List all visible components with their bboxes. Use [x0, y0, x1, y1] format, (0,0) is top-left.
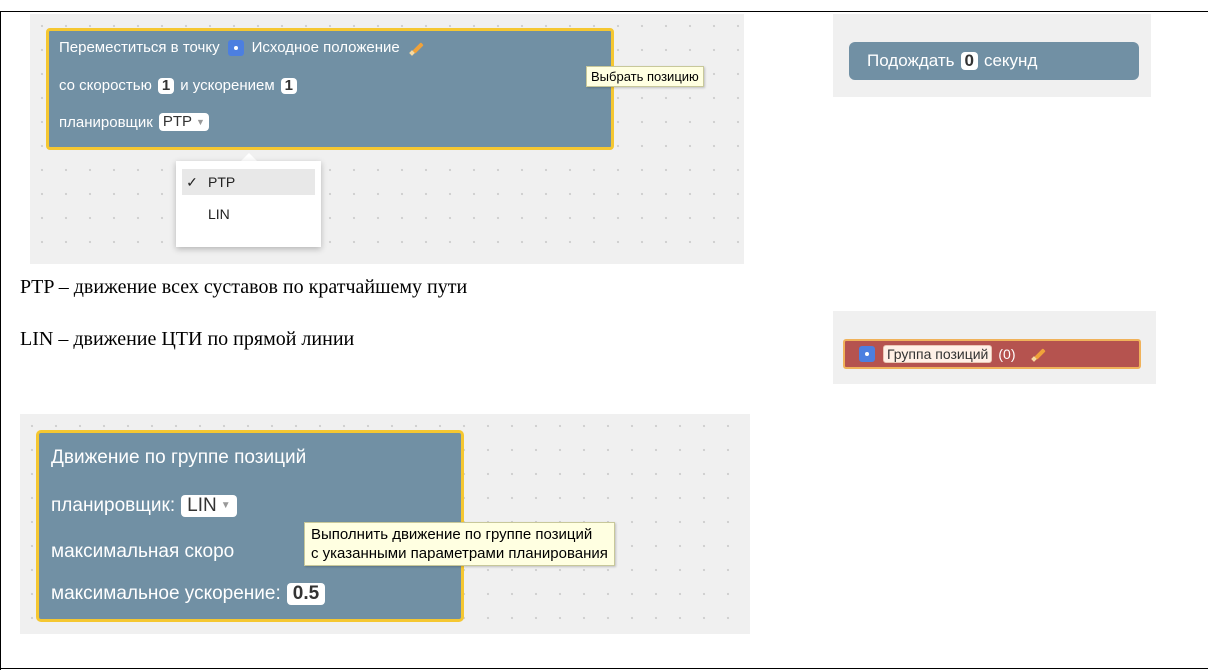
group-planner-label: планировщик:	[51, 495, 176, 516]
menu-item-lin[interactable]: LIN	[182, 201, 315, 227]
planner-label: планировщик	[59, 113, 153, 131]
pencil-icon[interactable]	[1032, 347, 1046, 361]
accel-label: и ускорением	[180, 77, 275, 94]
tooltip-line-2: с указанными параметрами планирования	[311, 545, 608, 562]
planner-dropdown[interactable]: PTP ▼	[158, 113, 209, 131]
group-count: (0)	[998, 346, 1016, 362]
max-speed-label: максимальная скоро	[51, 541, 235, 562]
group-name-field[interactable]: Группа позиций	[883, 345, 993, 363]
table-border-bottom	[0, 668, 1208, 669]
table-border-left	[0, 11, 1, 670]
chevron-down-icon: ▼	[196, 117, 205, 127]
planner-value: PTP	[162, 113, 193, 130]
move-block-screenshot: Переместиться в точку Исходное положение…	[30, 14, 744, 264]
menu-pointer	[241, 153, 257, 161]
move-to-point-block[interactable]: Переместиться в точку Исходное положение…	[46, 28, 614, 150]
checkmark-icon: ✓	[186, 173, 198, 190]
position-group-block[interactable]: Группа позиций (0)	[843, 339, 1141, 369]
position-name-label: Исходное положение	[251, 39, 400, 56]
group-move-screenshot: Движение по группе позиций планировщик: …	[20, 414, 750, 634]
seconds-label: секунд	[983, 51, 1038, 70]
group-picker-button[interactable]	[859, 346, 875, 362]
chevron-down-icon: ▼	[220, 500, 231, 511]
pencil-icon[interactable]	[410, 41, 424, 55]
menu-item-label: PTP	[208, 174, 236, 190]
group-planner-value: LIN	[187, 495, 217, 516]
wait-seconds-input[interactable]: 0	[960, 52, 978, 70]
speed-input[interactable]: 1	[157, 77, 175, 94]
speed-label: со скоростью	[59, 77, 152, 94]
move-to-point-label: Переместиться в точку	[59, 39, 220, 56]
group-planner-dropdown[interactable]: LIN ▼	[181, 495, 237, 517]
select-position-tooltip: Выбрать позицию	[586, 66, 704, 87]
group-block-screenshot: Группа позиций (0)	[833, 311, 1156, 384]
position-picker-button[interactable]	[227, 39, 244, 56]
max-accel-input[interactable]: 0.5	[286, 583, 326, 605]
menu-item-label: LIN	[208, 206, 230, 222]
menu-item-ptp[interactable]: ✓ PTP	[182, 169, 315, 195]
group-move-title: Движение по группе позиций	[51, 447, 307, 468]
group-move-tooltip: Выполнить движение по группе позиций с у…	[304, 522, 615, 566]
max-accel-label: максимальное ускорение:	[51, 583, 281, 604]
accel-input[interactable]: 1	[280, 77, 298, 94]
wait-block-screenshot: Подождать 0 секунд	[833, 14, 1151, 97]
wait-label: Подождать	[867, 51, 955, 70]
tooltip-line-1: Выполнить движение по группе позиций	[311, 526, 593, 543]
table-border-top	[0, 11, 774, 12]
table-border-top-right	[774, 11, 1208, 12]
lin-description: LIN – движение ЦТИ по прямой линии	[20, 328, 355, 350]
wait-block[interactable]: Подождать 0 секунд	[849, 42, 1139, 80]
planner-dropdown-menu: ✓ PTP LIN	[176, 161, 321, 247]
ptp-description: PTP – движение всех суставов по кратчайш…	[20, 276, 468, 298]
